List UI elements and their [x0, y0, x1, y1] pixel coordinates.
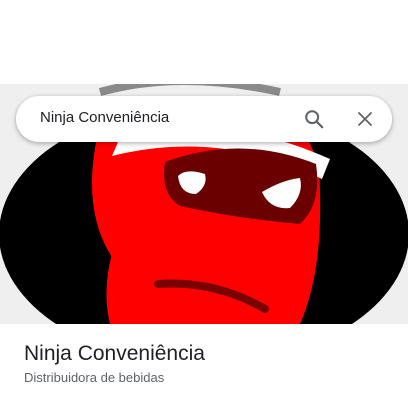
place-category: Distribuidora de bebidas: [24, 370, 165, 385]
close-icon: [358, 112, 372, 126]
search-input[interactable]: Ninja Conveniência: [40, 109, 290, 126]
top-blank-area: [0, 0, 408, 84]
search-button[interactable]: [299, 104, 329, 134]
search-icon: [305, 110, 324, 129]
logo-gray-arc: [98, 84, 281, 96]
clear-search-button[interactable]: [350, 104, 380, 134]
search-bar[interactable]: Ninja Conveniência: [16, 96, 392, 142]
place-title: Ninja Conveniência: [24, 342, 205, 365]
